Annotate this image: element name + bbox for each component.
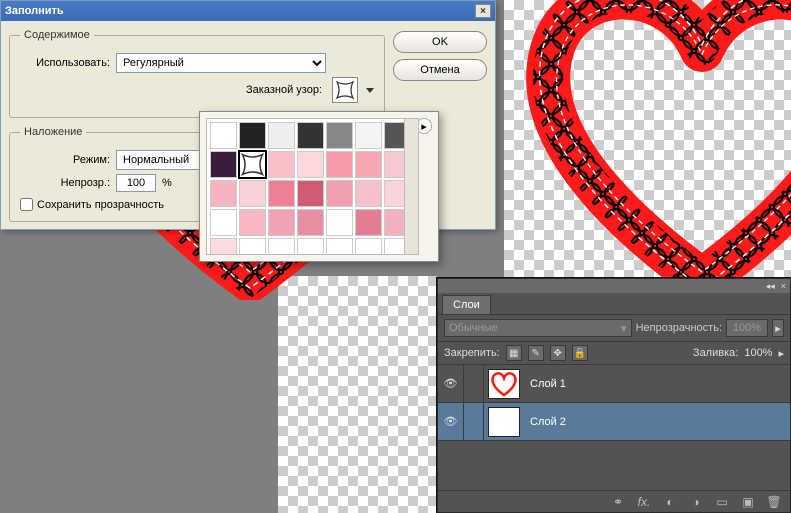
link-icon[interactable]: ⚭ (610, 494, 626, 510)
layer-thumbnail[interactable] (488, 369, 520, 399)
use-select[interactable]: Регулярный (116, 53, 326, 73)
pattern-swatch-item[interactable] (239, 209, 266, 236)
pattern-swatch-item[interactable] (326, 209, 353, 236)
pattern-swatch-item[interactable] (297, 180, 324, 207)
ok-button[interactable]: OK (393, 31, 487, 53)
mode-label: Режим: (20, 154, 110, 166)
visibility-eye-icon[interactable]: 👁 (438, 365, 464, 402)
dialog-titlebar[interactable]: Заполнить × (1, 1, 495, 21)
pattern-swatch-item[interactable] (210, 209, 237, 236)
opacity-label: Непрозр.: (20, 177, 110, 189)
chevron-down-icon[interactable] (366, 88, 374, 93)
layer-row[interactable]: 👁 Слой 1 (438, 365, 790, 403)
opacity-suffix: % (162, 177, 172, 189)
trash-icon[interactable]: 🗑 (766, 494, 782, 510)
pattern-swatch-item[interactable] (268, 209, 295, 236)
pattern-swatch-item[interactable] (326, 238, 353, 255)
pattern-swatch-item[interactable] (326, 122, 353, 149)
contents-group: Содержимое Использовать: Регулярный Зака… (9, 29, 385, 118)
close-icon[interactable]: × (781, 281, 786, 291)
layers-panel: ◂◂ × Слои Обычные▾ Непрозрачность: 100% … (437, 278, 791, 513)
pattern-swatch-item[interactable] (355, 238, 382, 255)
pattern-swatch-item[interactable] (326, 180, 353, 207)
dialog-title: Заполнить (5, 5, 475, 17)
pattern-swatch-item[interactable] (268, 151, 295, 178)
pattern-swatch-item[interactable] (355, 151, 382, 178)
heart-artwork (512, 0, 791, 300)
opacity-label: Непрозрачность: (636, 322, 722, 334)
pattern-swatch[interactable] (332, 77, 358, 103)
close-button[interactable]: × (475, 4, 491, 18)
pattern-picker-popup: ▸ (199, 111, 439, 262)
layer-row[interactable]: 👁 Слой 2 (438, 403, 790, 441)
document-canvas-1[interactable] (504, 0, 791, 278)
minimize-icon[interactable]: ◂◂ (766, 281, 775, 292)
lock-all-icon[interactable]: 🔒 (572, 345, 588, 361)
contents-legend: Содержимое (20, 29, 94, 41)
layer-name[interactable]: Слой 2 (524, 416, 790, 428)
new-icon[interactable]: ▣ (740, 494, 756, 510)
mask-icon[interactable]: ◐ (662, 494, 678, 510)
custom-pattern-label: Заказной узор: (246, 84, 322, 96)
layer-name[interactable]: Слой 1 (524, 378, 790, 390)
layer-link-cell[interactable] (464, 365, 484, 402)
group-icon[interactable]: ▭ (714, 494, 730, 510)
pattern-swatch-item[interactable] (297, 122, 324, 149)
pattern-swatch-item[interactable] (239, 151, 266, 178)
pattern-swatch-item[interactable] (268, 238, 295, 255)
opacity-input[interactable] (116, 174, 156, 192)
pattern-swatch-item[interactable] (355, 122, 382, 149)
fx-icon[interactable]: fx. (636, 494, 652, 510)
lock-pixels-icon[interactable]: ✎ (528, 345, 544, 361)
visibility-eye-icon[interactable]: 👁 (438, 403, 464, 440)
fill-label: Заливка: (693, 347, 738, 359)
pattern-grid (206, 118, 419, 255)
layer-fill-value[interactable]: 100% (744, 347, 772, 359)
layer-link-cell[interactable] (464, 403, 484, 440)
pattern-swatch-item[interactable] (297, 151, 324, 178)
blending-legend: Наложение (20, 126, 86, 138)
fill-arrow-icon[interactable]: ▸ (778, 347, 784, 360)
preserve-transparency-label: Сохранить прозрачность (37, 199, 164, 211)
pattern-swatch-item[interactable] (239, 122, 266, 149)
pattern-swatch-item[interactable] (297, 238, 324, 255)
lock-position-icon[interactable]: ✥ (550, 345, 566, 361)
layer-list: 👁 Слой 1 👁 Слой 2 (438, 365, 790, 441)
tab-layers[interactable]: Слои (442, 295, 491, 314)
scrollbar[interactable] (404, 119, 418, 254)
preserve-transparency-checkbox[interactable] (20, 198, 33, 211)
pattern-swatch-item[interactable] (210, 122, 237, 149)
pattern-swatch-item[interactable] (239, 180, 266, 207)
pattern-swatch-item[interactable] (297, 209, 324, 236)
pattern-swatch-item[interactable] (268, 180, 295, 207)
layers-footer: ⚭ fx. ◐ ◑ ▭ ▣ 🗑 (438, 490, 790, 512)
blend-mode-select[interactable]: Обычные▾ (444, 319, 632, 337)
pattern-swatch-item[interactable] (355, 180, 382, 207)
layer-opacity-value[interactable]: 100% (726, 319, 768, 337)
use-label: Использовать: (20, 57, 110, 69)
adjustment-icon[interactable]: ◑ (688, 494, 704, 510)
opacity-arrow-icon[interactable]: ▸ (772, 319, 784, 337)
pattern-swatch-item[interactable] (239, 238, 266, 255)
pattern-swatch-item[interactable] (355, 209, 382, 236)
lock-label: Закрепить: (444, 347, 500, 359)
panel-header[interactable]: ◂◂ × (438, 279, 790, 293)
layer-thumbnail[interactable] (488, 407, 520, 437)
pattern-swatch-item[interactable] (268, 122, 295, 149)
document-canvas-2[interactable] (278, 276, 437, 513)
pattern-swatch-item[interactable] (210, 238, 237, 255)
pattern-swatch-item[interactable] (210, 151, 237, 178)
cancel-button[interactable]: Отмена (393, 59, 487, 81)
pattern-swatch-item[interactable] (326, 151, 353, 178)
lock-transparency-icon[interactable]: ▦ (506, 345, 522, 361)
pattern-swatch-item[interactable] (210, 180, 237, 207)
